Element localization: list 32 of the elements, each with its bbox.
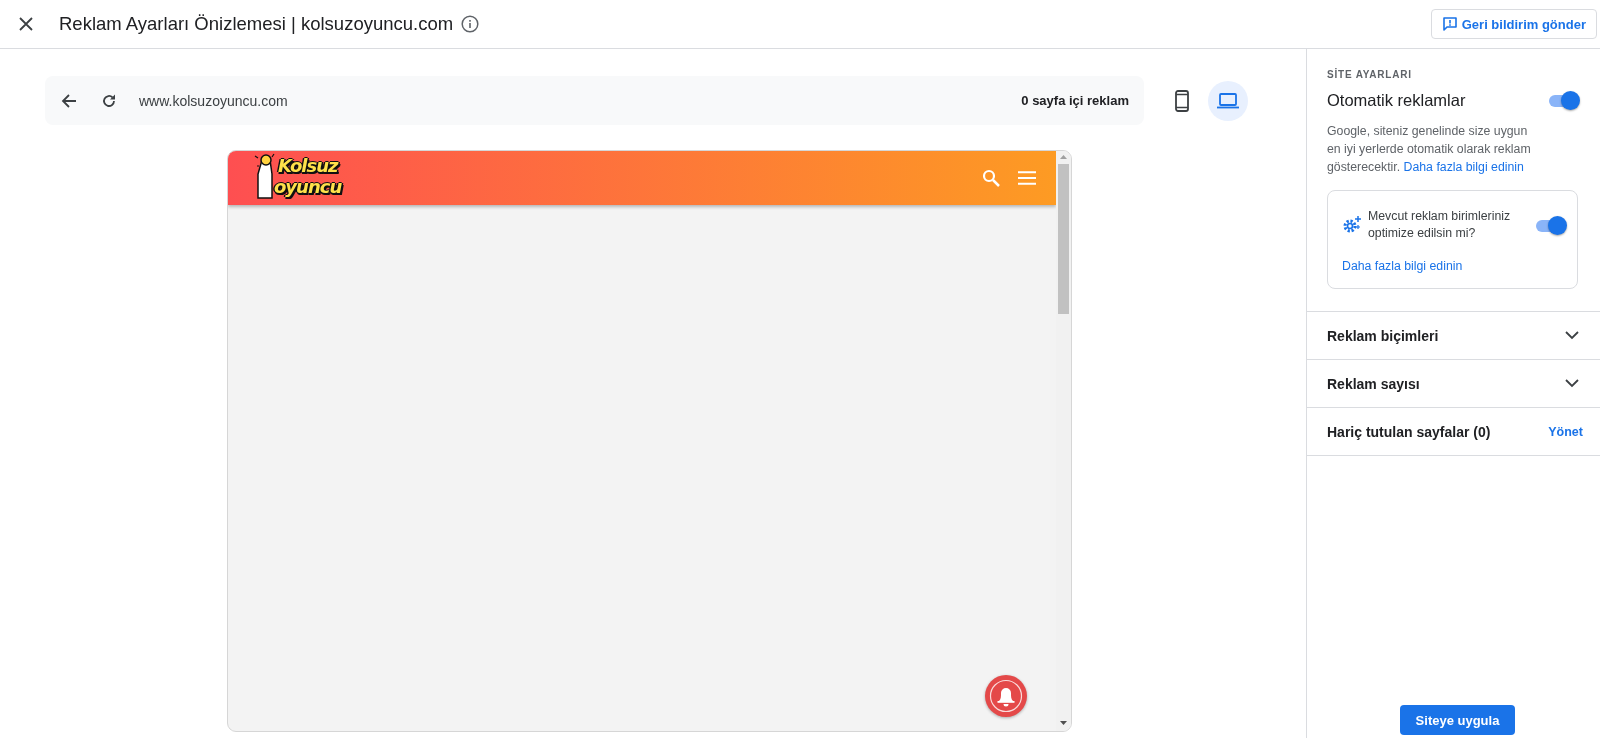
feedback-icon — [1441, 16, 1458, 32]
chevron-down-icon[interactable] — [1565, 331, 1579, 340]
scrollbar[interactable] — [1056, 151, 1071, 731]
feedback-button[interactable]: Geri bildirim gönder — [1430, 9, 1597, 39]
url-text: www.kolsuzoyuncu.com — [139, 92, 289, 109]
row-label: Hariç tutulan sayfalar (0) — [1327, 423, 1491, 440]
dialog-title: Reklam Ayarları Önizlemesi | kolsuzoyuncu.com — [59, 13, 454, 35]
desktop-view-button[interactable] — [1208, 80, 1248, 121]
bell-icon — [989, 679, 1023, 713]
setting-description: Google, siteniz genelinde size uygun en iyi yerlerde otomatik olarak reklam gösterecektir. Daha fazla bilgi edinin — [1327, 123, 1532, 176]
chevron-down-icon[interactable] — [1565, 379, 1579, 388]
back-arrow-icon[interactable] — [61, 92, 77, 109]
toggle-switch[interactable] — [1535, 215, 1565, 235]
notification-bell-button[interactable] — [985, 675, 1027, 717]
accordion-row[interactable]: Reklam biçimleri — [1307, 311, 1600, 359]
site-logo[interactable]: Kolsuz oyuncu — [254, 152, 342, 204]
ad-count-text: 0 sayfa içi reklam — [1021, 93, 1129, 108]
accordion-row[interactable]: Reklam sayısı — [1307, 359, 1600, 407]
info-icon[interactable] — [461, 15, 480, 33]
gear-sparkle-icon — [1342, 215, 1362, 235]
manage-link[interactable]: Yönet — [1548, 424, 1583, 439]
apply-button[interactable]: Siteye uygula — [1400, 705, 1515, 735]
learn-more-link[interactable]: Daha fazla bilgi edinin — [1342, 259, 1463, 273]
phone-icon — [1175, 89, 1189, 112]
section-heading: SİTE AYARLARI — [1327, 69, 1413, 80]
learn-more-link[interactable]: Daha fazla bilgi edinin — [1403, 160, 1524, 174]
setting-label: Otomatik reklamlar — [1327, 90, 1466, 110]
setting-label: Mevcut reklam birimleriniz optimize edilsin mi? — [1368, 208, 1512, 242]
refresh-icon[interactable] — [101, 92, 117, 109]
close-icon[interactable] — [19, 17, 33, 31]
laptop-icon — [1217, 92, 1239, 109]
toggle-switch[interactable] — [1548, 90, 1578, 110]
